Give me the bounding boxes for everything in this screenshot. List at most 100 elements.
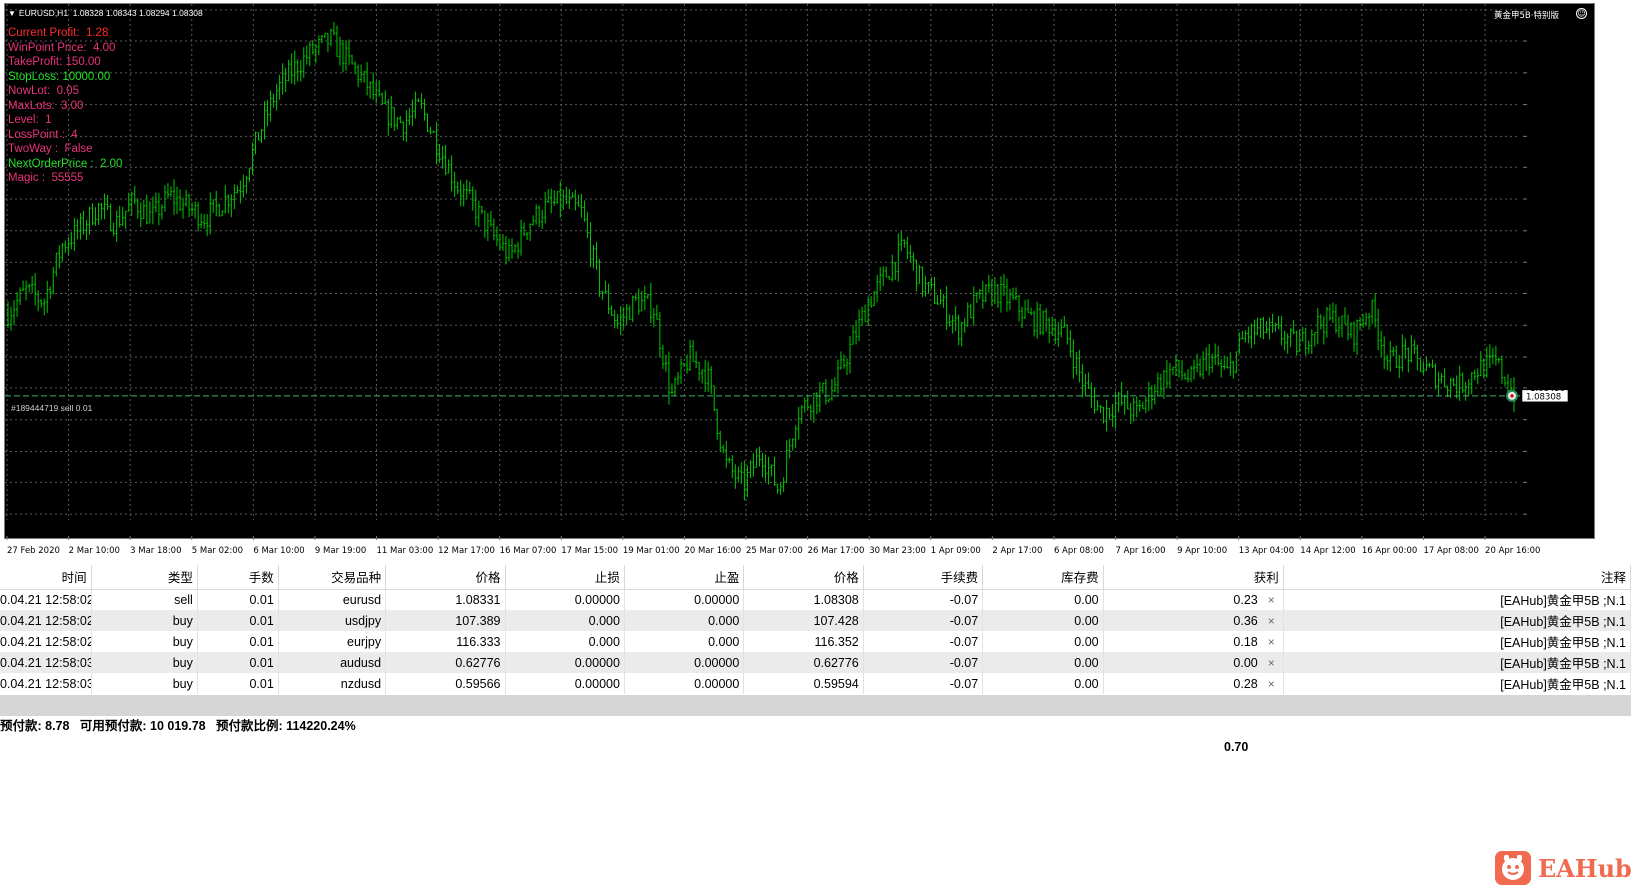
x-tick-label: 5 Mar 02:00: [192, 546, 243, 556]
candle-series: [6, 22, 1516, 501]
candle: [1274, 322, 1277, 332]
ea-info-line: Level: 1: [8, 114, 52, 126]
candle: [1310, 329, 1313, 355]
profit-value: 0.23: [1233, 592, 1258, 607]
candle: [752, 453, 755, 477]
candle: [1277, 315, 1280, 330]
column-header[interactable]: 价格: [385, 565, 506, 590]
ea-info-line: Magic : 55555: [8, 172, 84, 184]
x-tick-label: 12 Mar 17:00: [438, 546, 495, 556]
candle: [1295, 330, 1298, 356]
candle: [24, 280, 28, 301]
column-header[interactable]: 止盈: [624, 565, 745, 590]
table-row[interactable]: 0.04.21 12:58:03 buy 0.01 nzdusd 0.59566 0.00…: [0, 673, 1631, 694]
table-row[interactable]: 0.04.21 12:58:02 buy 0.01 eurjpy 116.333 0.00…: [0, 631, 1631, 652]
candle: [667, 351, 671, 405]
close-order-icon[interactable]: ×: [1268, 677, 1275, 691]
column-header[interactable]: 获利: [1103, 565, 1284, 590]
candle: [347, 39, 351, 65]
candle: [411, 99, 414, 126]
candle: [851, 325, 855, 345]
candle: [643, 285, 646, 311]
candle: [160, 204, 164, 220]
candle: [1383, 336, 1386, 369]
candle: [483, 210, 487, 238]
table-cell: -0.07: [863, 652, 984, 673]
candle: [607, 283, 610, 315]
column-header[interactable]: 时间: [0, 565, 92, 590]
candle: [115, 210, 118, 242]
candle: [1090, 382, 1093, 408]
column-header[interactable]: 止损: [505, 565, 625, 590]
candle: [1114, 391, 1117, 429]
table-cell: 107.428: [743, 610, 864, 631]
column-header[interactable]: 手续费: [863, 565, 984, 590]
candle: [737, 466, 740, 483]
close-order-icon[interactable]: ×: [1268, 656, 1275, 670]
table-row[interactable]: 0.04.21 12:58:02 buy 0.01 usdjpy 107.389 0.00…: [0, 610, 1631, 631]
chart-svg: 1.08308 1.152351.146751.141051.135351.12…: [5, 4, 1569, 556]
candle: [646, 293, 650, 300]
candle: [510, 238, 514, 259]
y-tick-label: 1.07880: [1530, 416, 1565, 426]
column-header[interactable]: 价格: [743, 565, 864, 590]
candle: [184, 189, 188, 207]
candle: [308, 41, 311, 67]
candle: [933, 276, 936, 305]
candle: [882, 266, 885, 287]
candle: [1159, 373, 1163, 395]
candle: [1066, 324, 1069, 345]
table-cell: 0.04.21 12:58:02: [0, 589, 92, 610]
candle: [1346, 314, 1350, 341]
candle: [1129, 402, 1132, 425]
column-header[interactable]: 手数: [197, 565, 279, 590]
column-header[interactable]: 交易品种: [278, 565, 387, 590]
order-price-line[interactable]: 1.08308: [5, 389, 1569, 403]
candle: [1340, 315, 1344, 338]
x-tick-label: 2 Mar 10:00: [69, 546, 120, 556]
close-order-icon[interactable]: ×: [1268, 635, 1275, 649]
ea-smiley-icon[interactable]: ☺: [1576, 8, 1587, 19]
candle: [857, 309, 861, 342]
candle: [124, 210, 127, 229]
column-header[interactable]: 注释: [1283, 565, 1631, 590]
symbol-header[interactable]: ▼ EURUSD,H1 1.08328 1.08343 1.08294 1.083…: [8, 8, 203, 18]
candle: [906, 236, 909, 260]
price-axis[interactable]: 1.152351.146751.141051.135351.129651.124…: [1523, 6, 1565, 520]
candle: [957, 314, 960, 346]
candle: [202, 214, 206, 229]
column-header[interactable]: 类型: [91, 565, 198, 590]
close-order-icon[interactable]: ×: [1268, 614, 1275, 628]
x-tick-label: 17 Apr 08:00: [1423, 546, 1478, 556]
price-chart[interactable]: 1.08308 1.15235 1.14675 1.14105 1.13535 1.12…: [0, 0, 1631, 562]
ea-info-line: TakeProfit: 150.00: [8, 56, 101, 68]
table-cell: 116.352: [743, 631, 864, 652]
candle: [688, 339, 692, 372]
candle: [640, 291, 643, 312]
candle: [218, 203, 221, 217]
collapse-triangle-icon[interactable]: ▼: [8, 9, 16, 18]
close-order-icon[interactable]: ×: [1268, 593, 1275, 607]
profit-value: 0.36: [1233, 613, 1258, 628]
candle: [694, 351, 698, 369]
candle: [477, 200, 481, 228]
candle: [498, 233, 502, 251]
x-tick-label: 1 Apr 09:00: [931, 546, 981, 556]
candle: [1407, 347, 1410, 373]
candle: [1488, 344, 1492, 369]
candle: [616, 313, 619, 329]
candle: [1093, 387, 1096, 414]
candle: [1123, 394, 1126, 415]
candle: [317, 35, 321, 56]
candle: [767, 456, 770, 485]
time-axis[interactable]: 27 Feb 2020 2 Mar 10:00 3 Mar 18:00 5 Mar 0…: [6, 536, 1540, 556]
table-row[interactable]: 0.04.21 12:58:02 sell 0.01 eurusd 1.08331 0.0…: [0, 589, 1631, 610]
candle: [49, 286, 52, 299]
candle: [233, 184, 236, 210]
table-cell: 0.00000: [624, 589, 745, 610]
candle: [230, 194, 233, 218]
table-row[interactable]: 0.04.21 12:58:03 buy 0.01 audusd 0.62776 0.00…: [0, 652, 1631, 673]
candle: [827, 398, 831, 403]
candle: [1256, 317, 1259, 335]
column-header[interactable]: 库存费: [982, 565, 1104, 590]
